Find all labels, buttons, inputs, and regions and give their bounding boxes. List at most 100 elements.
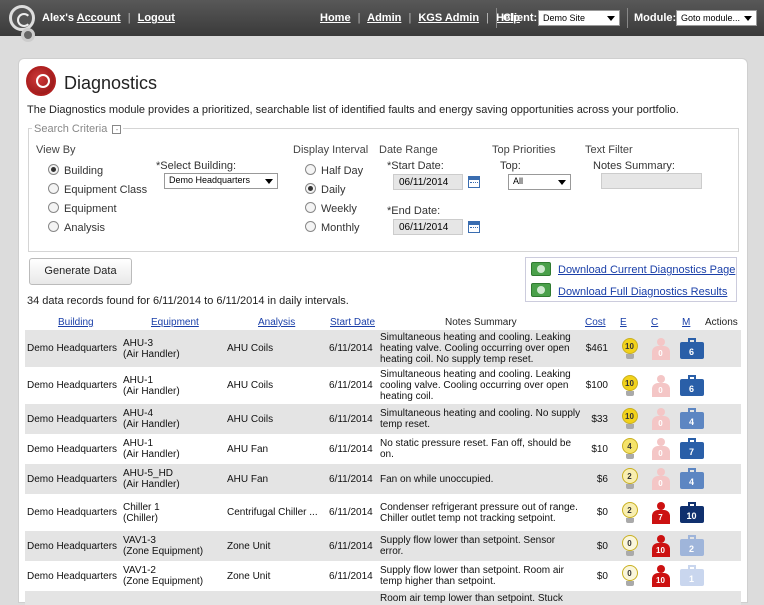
table-row[interactable]: Demo Headquarters VAV1-2 (Zone Equipment) Z… [25,561,741,591]
table-row[interactable]: Demo Headquarters AHU-5_HD (Air Handler) AH… [25,464,741,494]
maintenance-toolbox-icon[interactable]: 7 [679,438,704,460]
energy-score: 10 [621,408,638,424]
cell-notes: Simultaneous heating and cooling. Leakin… [380,332,571,365]
comfort-person-icon[interactable]: 10 [651,564,671,588]
table-row[interactable]: Demo Headquarters AHU-3 (Air Handler) AHU C… [25,330,741,367]
generate-data-button[interactable]: Generate Data [29,258,132,285]
cell-equipment-type: (Air Handler) [123,479,180,490]
comfort-person-icon[interactable]: 7 [651,501,671,525]
maintenance-score: 7 [679,442,704,459]
calendar-icon[interactable] [468,176,480,188]
logout-link[interactable]: Logout [138,12,175,24]
download-full-link[interactable]: Download Full Diagnostics Results [558,286,727,298]
cell-start-date: 6/11/2014 [329,540,373,552]
energy-bulb-icon[interactable]: 0 [621,535,639,557]
greeting-text: Alex's [42,12,74,24]
comfort-person-icon[interactable]: 0 [651,337,671,361]
energy-bulb-icon[interactable]: 0 [621,565,639,587]
energy-bulb-icon[interactable]: 4 [621,438,639,460]
col-header-cost[interactable]: Cost [585,317,606,328]
diagnostics-table: Demo Headquarters AHU-3 (Air Handler) AHU C… [25,330,741,605]
cell-analysis: AHU Coils [227,343,274,354]
comfort-person-icon[interactable]: 10 [651,534,671,558]
view-by-label: View By [36,144,76,156]
start-date-field[interactable]: 06/11/2014 [393,174,463,190]
calendar-icon[interactable] [468,221,480,233]
view-by-equipment-class-radio[interactable] [48,183,59,194]
cell-notes: Simultaneous heating and cooling. No sup… [380,408,581,430]
maintenance-toolbox-icon[interactable]: 6 [679,374,704,397]
col-header-analysis[interactable]: Analysis [258,317,295,328]
maintenance-toolbox-icon[interactable]: 4 [679,408,704,430]
cell-start-date: 6/11/2014 [329,570,373,582]
end-date-field[interactable]: 06/11/2014 [393,219,463,235]
energy-bulb-icon[interactable]: 2 [621,501,639,524]
cell-cost: $6 [596,473,608,485]
interval-half-day-radio[interactable] [305,164,316,175]
view-by-equipment-class-label: Equipment Class [64,184,148,196]
cell-equipment: VAV1-3 [123,535,156,546]
collapse-icon[interactable]: - [112,124,122,134]
toolbox-handle [687,374,696,379]
table-row[interactable]: Demo Headquarters Chiller 1 (Chiller) Centr… [25,494,741,531]
table-row[interactable]: Demo Headquarters AHU-1 (Air Handler) AHU F… [25,434,741,464]
comfort-person-icon[interactable]: 0 [651,374,671,398]
cell-start-date: 6/11/2014 [329,473,373,485]
client-select[interactable]: Demo Site [538,10,620,26]
maintenance-toolbox-icon[interactable]: 2 [679,535,704,557]
maintenance-toolbox-icon[interactable]: 4 [679,468,704,490]
cell-equipment-type: (Chiller) [123,512,158,524]
nav-admin-link[interactable]: Admin [367,12,401,24]
person-head [656,535,665,543]
col-header-start-date[interactable]: Start Date [330,317,375,328]
interval-monthly-radio[interactable] [305,221,316,232]
table-row[interactable]: Demo Headquarters AHU-4 (Air Handler) AHU C… [25,404,741,434]
maintenance-score: 1 [679,569,704,586]
view-by-equipment-radio[interactable] [48,202,59,213]
maintenance-toolbox-icon[interactable]: 1 [679,565,704,587]
table-body: Demo Headquarters AHU-3 (Air Handler) AHU C… [25,330,741,605]
maintenance-toolbox-icon[interactable]: 10 [679,501,704,524]
comfort-person-icon[interactable]: 0 [651,437,671,461]
interval-weekly-radio[interactable] [305,202,316,213]
comfort-score: 10 [651,543,670,557]
cell-cost: $10 [591,443,608,455]
comfort-person-icon[interactable]: 0 [651,407,671,431]
download-current-link[interactable]: Download Current Diagnostics Page [558,264,735,276]
col-header-energy[interactable]: E [620,317,627,328]
search-criteria-title: Search Criteria [34,123,108,135]
col-header-comfort[interactable]: C [651,317,658,328]
top-select[interactable]: All [508,174,571,190]
view-by-building-radio[interactable] [48,164,59,175]
separator: | [408,12,412,24]
col-header-maintenance[interactable]: M [682,317,690,328]
notes-summary-input[interactable] [601,173,702,189]
excel-download-icon[interactable] [531,283,551,297]
excel-download-icon[interactable] [531,262,551,276]
view-by-analysis-radio[interactable] [48,221,59,232]
module-select[interactable]: Goto module... [676,10,757,26]
table-row[interactable]: Demo Headquarters VAV1-3 (Zone Equipment) Z… [25,531,741,561]
energy-bulb-icon[interactable]: 2 [621,468,639,490]
col-header-actions: Actions [705,317,738,328]
app-logo-icon[interactable] [9,5,35,31]
person-head [656,468,665,476]
cell-analysis: AHU Coils [227,380,274,391]
separator: | [127,12,131,24]
start-date-label: *Start Date: [387,160,444,172]
energy-bulb-icon[interactable]: 10 [621,408,639,430]
col-header-building[interactable]: Building [58,317,94,328]
interval-daily-radio[interactable] [305,183,316,194]
account-link[interactable]: Account [77,12,121,24]
col-header-equipment[interactable]: Equipment [151,317,199,328]
maintenance-toolbox-icon[interactable]: 6 [679,337,704,360]
comfort-person-icon[interactable]: 0 [651,467,671,491]
nav-kgs-admin-link[interactable]: KGS Admin [418,12,479,24]
building-select[interactable]: Demo Headquarters [164,173,278,189]
cell-analysis: AHU Fan [227,473,269,485]
nav-home-link[interactable]: Home [320,12,351,24]
energy-bulb-icon[interactable]: 10 [621,337,639,360]
energy-score: 10 [621,374,638,391]
energy-bulb-icon[interactable]: 10 [621,374,639,397]
table-row[interactable]: Demo Headquarters AHU-1 (Air Handler) AHU C… [25,367,741,404]
